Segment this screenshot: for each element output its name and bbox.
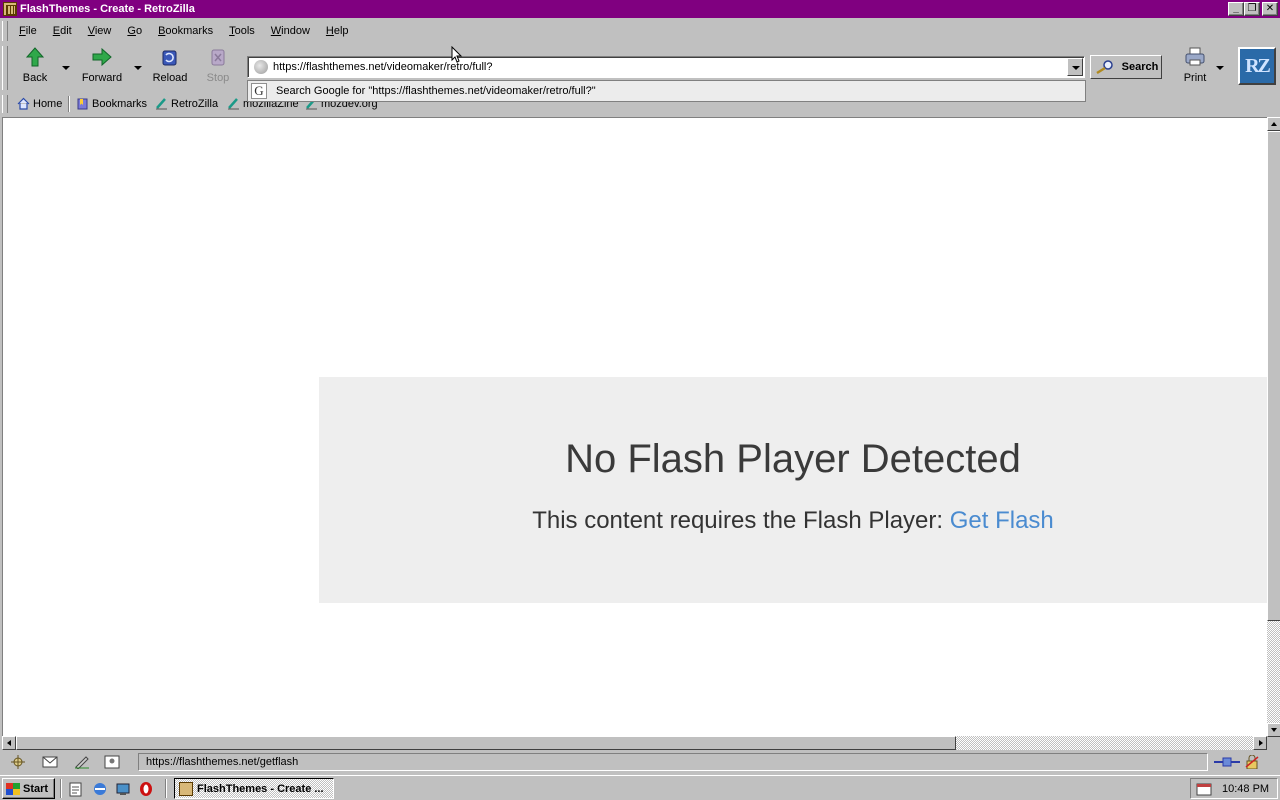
scroll-right-button[interactable] (1253, 736, 1267, 750)
task-label: FlashThemes - Create ... (197, 782, 324, 795)
scroll-up-button[interactable] (1267, 117, 1280, 131)
retrozilla-logo[interactable]: RZ (1238, 47, 1276, 85)
back-history-dropdown[interactable] (62, 66, 70, 70)
search-label: Search (1121, 61, 1159, 73)
forward-label: Forward (81, 72, 123, 84)
back-button[interactable]: Back (10, 46, 60, 90)
app-icon (179, 781, 193, 796)
flash-heading: No Flash Player Detected (565, 437, 1021, 481)
reload-label: Reload (152, 72, 188, 84)
bookmarks-icon (77, 98, 88, 110)
stop-icon (211, 49, 225, 66)
forward-history-dropdown[interactable] (134, 66, 142, 70)
bookmark-home[interactable]: Home (17, 97, 62, 110)
google-icon: G (251, 83, 267, 99)
back-label: Back (22, 72, 48, 84)
print-dropdown[interactable] (1216, 66, 1224, 70)
menu-go[interactable]: Go (126, 23, 143, 39)
home-icon (17, 97, 30, 110)
bookmark-link-icon (156, 98, 167, 110)
bookmark-home-label: Home (33, 97, 63, 110)
url-history-dropdown[interactable] (1067, 58, 1083, 76)
quicklaunch-opera-icon[interactable] (138, 781, 154, 797)
stop-label: Stop (206, 72, 230, 84)
reload-icon (162, 50, 177, 66)
bookmark-bookmarks-label: Bookmarks (92, 97, 148, 110)
status-bar: https://flashthemes.net/getflash (0, 751, 1280, 773)
taskbar-divider (60, 779, 62, 798)
url-input[interactable] (273, 59, 1063, 75)
horizontal-scroll-thumb[interactable] (16, 736, 956, 750)
taskbar: Start FlashThemes - Create ... 10:48 PM (0, 775, 1280, 800)
security-lock-icon[interactable] (1244, 755, 1260, 769)
navigator-icon[interactable] (10, 755, 26, 769)
print-button[interactable]: Print (1170, 46, 1220, 90)
scroll-down-button[interactable] (1267, 723, 1280, 737)
back-arrow-icon (25, 47, 45, 67)
reload-button[interactable]: Reload (145, 46, 195, 90)
url-autocomplete-popup: G Search Google for "https://flashthemes… (247, 80, 1086, 102)
menu-edit[interactable]: Edit (52, 23, 73, 39)
toolbar-divider (68, 96, 70, 112)
close-button[interactable]: ✕ (1262, 2, 1278, 16)
bookmark-link-icon (228, 98, 239, 110)
restore-button[interactable]: ❐ (1244, 2, 1260, 16)
autocomplete-suggestion[interactable]: Search Google for "https://flashthemes.n… (276, 85, 596, 97)
scroll-left-button[interactable] (2, 736, 16, 750)
bookmark-bookmarks[interactable]: Bookmarks (76, 97, 147, 110)
status-text: https://flashthemes.net/getflash (138, 753, 1208, 771)
quicklaunch-ie-icon[interactable] (92, 781, 108, 797)
menu-window[interactable]: Window (270, 23, 311, 39)
print-label: Print (1183, 72, 1207, 84)
vertical-scroll-thumb[interactable] (1267, 131, 1280, 621)
tray-schedule-icon[interactable] (1196, 782, 1212, 796)
vertical-scrollbar[interactable] (1267, 117, 1280, 737)
menu-view[interactable]: View (87, 23, 113, 39)
start-label: Start (23, 782, 49, 795)
toolbar-grip[interactable] (2, 21, 8, 41)
bookmark-retrozilla-label: RetroZilla (171, 97, 219, 110)
get-flash-link[interactable]: Get Flash (950, 507, 1054, 534)
app-icon (3, 2, 17, 16)
address-book-icon[interactable] (104, 755, 120, 769)
forward-arrow-icon (92, 47, 112, 67)
quicklaunch-notepad-icon[interactable] (68, 781, 84, 797)
menu-help[interactable]: Help (325, 23, 350, 39)
toolbar-grip[interactable] (2, 95, 8, 113)
composer-icon[interactable] (74, 755, 90, 769)
system-tray: 10:48 PM (1190, 778, 1278, 799)
menu-file[interactable]: File (18, 23, 38, 39)
search-icon (1095, 60, 1113, 75)
url-bar[interactable] (247, 56, 1085, 78)
clock: 10:48 PM (1222, 782, 1270, 795)
site-identity-icon (254, 60, 268, 74)
flash-message-line: This content requires the Flash Player: … (319, 507, 1267, 535)
window-title: FlashThemes - Create - RetroZilla (20, 3, 195, 15)
forward-button[interactable]: Forward (77, 46, 127, 90)
start-button[interactable]: Start (2, 778, 55, 799)
horizontal-scrollbar[interactable] (2, 736, 1267, 750)
toolbar-grip[interactable] (2, 46, 8, 90)
mail-icon[interactable] (42, 755, 58, 769)
minimize-button[interactable]: _ (1228, 2, 1244, 16)
flash-fallback-box: No Flash Player Detected This content re… (319, 377, 1267, 603)
taskbar-divider (165, 779, 167, 798)
menu-bar: File Edit View Go Bookmarks Tools Window… (0, 19, 1280, 43)
stop-button[interactable]: Stop (193, 46, 243, 90)
bookmark-retrozilla[interactable]: RetroZilla (155, 97, 218, 110)
search-button[interactable]: Search (1090, 55, 1162, 79)
online-status-icon[interactable] (1214, 755, 1240, 769)
title-bar: FlashThemes - Create - RetroZilla _ ❐ ✕ (0, 0, 1280, 18)
windows-logo-icon (6, 782, 20, 795)
flash-message: This content requires the Flash Player: (532, 507, 944, 534)
taskbar-window-button[interactable]: FlashThemes - Create ... (174, 778, 334, 799)
printer-icon (1185, 47, 1205, 66)
quicklaunch-desktop-icon[interactable] (115, 781, 131, 797)
mouse-cursor-icon (451, 46, 463, 63)
menu-bookmarks[interactable]: Bookmarks (157, 23, 214, 39)
menu-tools[interactable]: Tools (228, 23, 256, 39)
